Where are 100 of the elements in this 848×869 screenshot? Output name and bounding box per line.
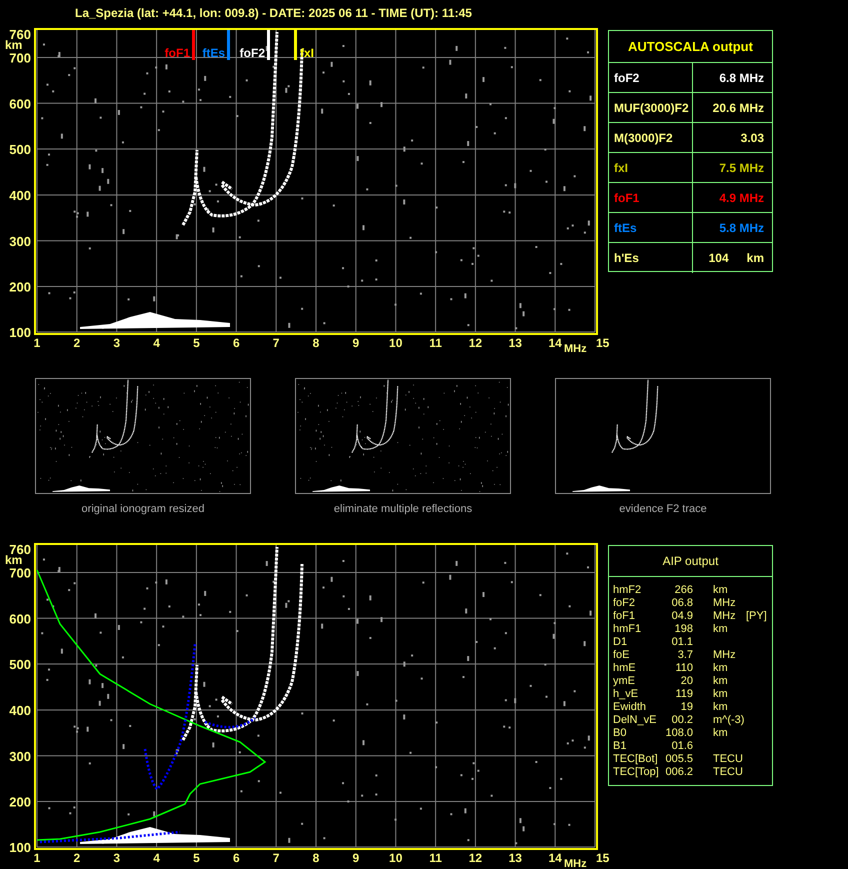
parameter-unit: km: [746, 250, 764, 267]
parameter-unit: km: [713, 700, 729, 714]
parameter-value: 110: [674, 662, 693, 674]
parameter-name: DelN_vE: [613, 714, 658, 726]
parameter-label: foF2: [614, 70, 640, 86]
x-axis-label: 12: [468, 336, 482, 350]
parameter-unit: TECU: [713, 766, 744, 778]
parameter-value: 005.5: [665, 752, 693, 766]
parameter-value: 7.5 MHz: [719, 160, 764, 176]
x-axis-label: 9: [352, 850, 360, 864]
parameter-name: B0: [613, 726, 628, 740]
parameter-name: TEC[Bot]: [613, 752, 659, 766]
parameter-name: D1: [613, 636, 628, 648]
y-axis-label: 300: [9, 748, 31, 764]
parameter-name: h_vE: [613, 688, 640, 700]
thumbnail-caption: original ionogram resized: [82, 502, 204, 517]
marker-label: fxI: [300, 46, 314, 60]
x-axis-label: 7: [272, 336, 280, 350]
x-axis-unit: MHz: [564, 343, 587, 355]
x-axis-label: 3: [113, 336, 120, 350]
y-axis-label: 300: [9, 234, 31, 249]
y-axis-label: 500: [9, 656, 31, 672]
panel-title: AUTOSCALA output: [609, 31, 772, 63]
x-axis-label: 13: [508, 336, 522, 350]
parameter-unit: TECU: [713, 752, 744, 766]
x-axis-label: 15: [596, 336, 610, 350]
parameter-unit: km: [713, 688, 729, 700]
parameter-label: M(3000)F2: [614, 130, 673, 146]
parameter-value: 108.0: [665, 726, 693, 740]
parameter-name: Ewidth: [613, 700, 648, 714]
parameter-label: foF1: [614, 190, 640, 206]
x-axis-unit: MHz: [564, 858, 587, 869]
parameter-value: 198: [674, 622, 693, 636]
parameter-name: hmF2: [613, 584, 642, 596]
parameter-unit: MHz: [713, 648, 737, 662]
parameter-name: foF2: [613, 596, 636, 610]
x-axis-label: 12: [468, 850, 482, 864]
x-axis-label: 11: [429, 850, 442, 864]
x-axis-label: 15: [596, 850, 610, 864]
x-axis-label: 14: [548, 336, 562, 350]
y-axis-label: 600: [9, 610, 31, 626]
parameter-value: 104: [708, 250, 729, 267]
parameter-label: h'Es: [614, 250, 639, 267]
parameter-name: TEC[Top]: [613, 766, 660, 778]
parameter-value: 6.8 MHz: [719, 70, 764, 86]
parameter-unit: km: [713, 584, 729, 596]
parameter-unit: MHz: [713, 610, 737, 622]
y-axis-label: 400: [9, 188, 31, 203]
y-axis-label: 100: [9, 840, 31, 854]
x-axis-label: 6: [232, 850, 240, 864]
parameter-value: 3.03: [740, 130, 764, 146]
parameter-name: hmF1: [613, 622, 642, 636]
parameter-label: MUF(3000)F2: [614, 100, 689, 116]
parameter-value: 19: [680, 700, 693, 714]
y-axis-label: 760: [9, 542, 31, 556]
parameter-value: 01.6: [670, 740, 693, 752]
parameter-value: 006.2: [665, 766, 693, 778]
x-axis-label: 9: [352, 336, 360, 350]
parameter-value: 5.8 MHz: [719, 220, 764, 236]
parameter-name: ymE: [613, 674, 636, 688]
x-axis-label: 10: [389, 850, 402, 864]
x-axis-label: 8: [312, 336, 320, 350]
x-axis-label: 1: [34, 336, 40, 350]
parameter-value: 00.2: [670, 714, 693, 726]
page-title: La_Spezia (lat: +44.1, lon: 009.8) - DATE: 2025 06 11 - TIME (UT): 11:45: [75, 6, 472, 20]
parameter-label: ftEs: [614, 220, 637, 236]
parameter-unit: km: [713, 622, 729, 636]
parameter-name: hmE: [613, 662, 637, 674]
parameter-unit: MHz: [713, 596, 737, 610]
thumbnail-caption: eliminate multiple reflections: [334, 502, 472, 517]
y-axis-label: 700: [9, 565, 31, 580]
x-axis-label: 4: [153, 850, 160, 864]
parameter-value: 266: [674, 584, 693, 596]
parameter-value: 3.7: [676, 648, 693, 662]
parameter-value: 04.9: [670, 610, 693, 622]
parameter-name: foF1: [613, 610, 636, 622]
x-axis-label: 13: [508, 850, 522, 864]
y-axis-label: 600: [9, 96, 31, 112]
parameter-value: 20.6 MHz: [712, 100, 764, 116]
y-axis-label: 400: [9, 702, 31, 718]
x-axis-label: 5: [193, 850, 200, 864]
parameter-unit: km: [713, 726, 729, 740]
parameter-value: 01.1: [670, 636, 693, 648]
x-axis-label: 2: [74, 850, 80, 864]
y-axis-label: 700: [9, 50, 31, 66]
parameter-value: 20: [680, 674, 693, 688]
x-axis-label: 3: [113, 850, 120, 864]
parameter-unit: km: [713, 662, 729, 674]
x-axis-label: 4: [153, 336, 160, 350]
parameter-name: foE: [613, 648, 631, 662]
x-axis-label: 2: [74, 336, 80, 350]
marker-label: ftEs: [202, 46, 225, 60]
x-axis-label: 14: [548, 850, 562, 864]
y-axis-label: 200: [9, 280, 31, 294]
x-axis-label: 11: [429, 336, 442, 350]
x-axis-label: 8: [312, 850, 320, 864]
parameter-label: fxI: [614, 160, 628, 176]
y-axis-label: 100: [9, 325, 31, 340]
thumbnail-caption: evidence F2 trace: [619, 502, 707, 517]
x-axis-label: 5: [193, 336, 200, 350]
